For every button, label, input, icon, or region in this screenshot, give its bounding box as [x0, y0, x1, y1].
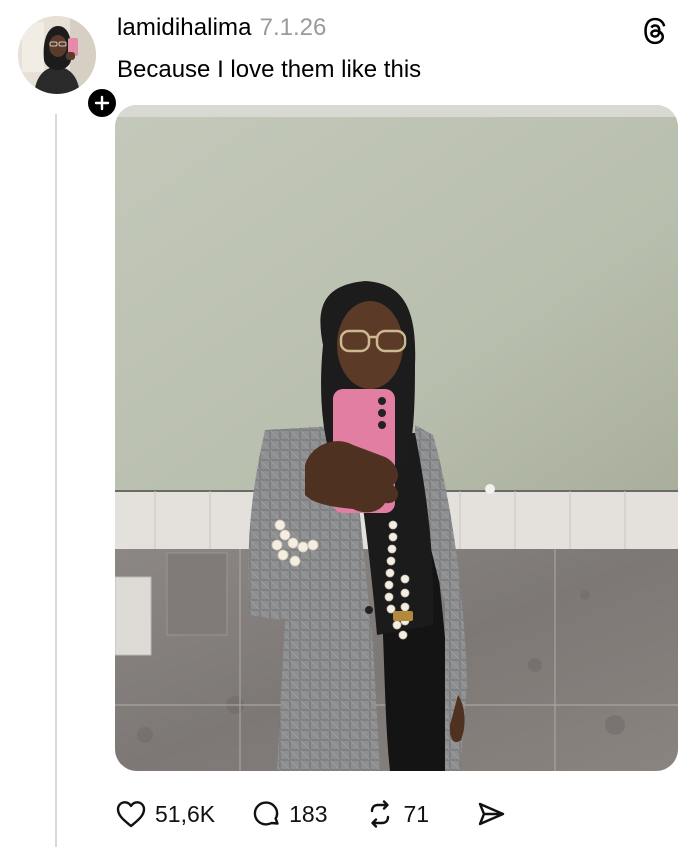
- post-photo[interactable]: [115, 105, 678, 771]
- repost-count: 71: [403, 800, 430, 827]
- send-icon: [478, 802, 505, 826]
- action-bar: 51,6K 183 71: [115, 794, 507, 834]
- like-count: 51,6K: [155, 800, 216, 827]
- like-button[interactable]: 51,6K: [115, 799, 215, 829]
- repost-icon: [371, 800, 390, 828]
- reply-count: 183: [289, 800, 328, 827]
- plus-icon: [94, 95, 110, 111]
- username-link[interactable]: lamidihalima: [117, 14, 252, 42]
- follow-button[interactable]: [85, 86, 119, 120]
- comment-icon: [253, 801, 279, 826]
- post-date: 7.1.26: [259, 14, 327, 41]
- repost-button[interactable]: 71: [365, 799, 429, 829]
- post-header: lamidihalima 7.1.26: [117, 14, 326, 46]
- share-button[interactable]: [475, 799, 507, 829]
- threads-icon[interactable]: [639, 15, 671, 47]
- post-caption: Because I love them like this: [117, 56, 422, 83]
- avatar[interactable]: [18, 16, 96, 94]
- reply-button[interactable]: 183: [251, 799, 327, 829]
- heart-icon: [116, 801, 146, 828]
- author-avatar-container[interactable]: [18, 16, 119, 120]
- thread-connector-line: [55, 114, 57, 847]
- thread-post: lamidihalima 7.1.26 Because I love them …: [0, 0, 700, 847]
